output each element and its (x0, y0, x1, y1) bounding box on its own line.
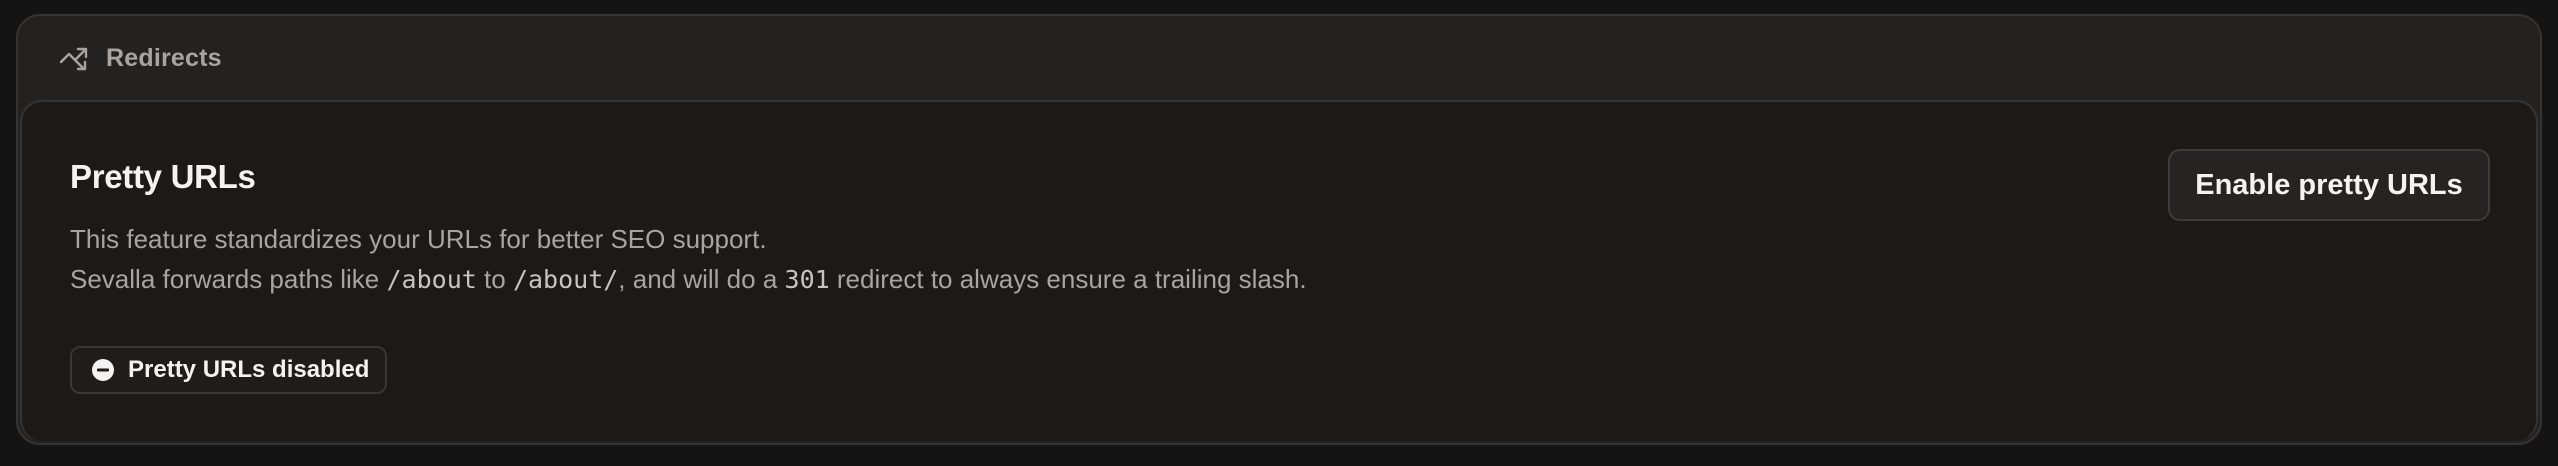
minus-circle-icon (90, 357, 116, 383)
card-header-title: Redirects (106, 43, 222, 72)
pretty-urls-panel: Pretty URLs This feature standardizes yo… (20, 100, 2538, 441)
redirects-card: Redirects Pretty URLs This feature stand… (16, 14, 2542, 445)
section-description: This feature standardizes your URLs for … (70, 219, 1307, 300)
section-title: Pretty URLs (70, 158, 256, 195)
status-badge: Pretty URLs disabled (70, 346, 388, 394)
enable-pretty-urls-button[interactable]: Enable pretty URLs (2168, 149, 2490, 221)
description-text: to (476, 264, 513, 294)
status-badge-label: Pretty URLs disabled (128, 356, 370, 383)
description-text: redirect to always ensure a trailing sla… (829, 264, 1307, 294)
description-text: , and will do a (618, 264, 785, 294)
description-line-1: This feature standardizes your URLs for … (70, 224, 767, 254)
description-text: Sevalla forwards paths like (70, 264, 387, 294)
code-about: /about (386, 265, 477, 294)
description-line-2: Sevalla forwards paths like /about to /a… (70, 259, 1307, 300)
card-header: Redirects (18, 16, 2540, 100)
code-301: 301 (784, 265, 830, 294)
code-about-slash: /about/ (512, 265, 619, 294)
redirect-arrows-icon (58, 42, 90, 74)
